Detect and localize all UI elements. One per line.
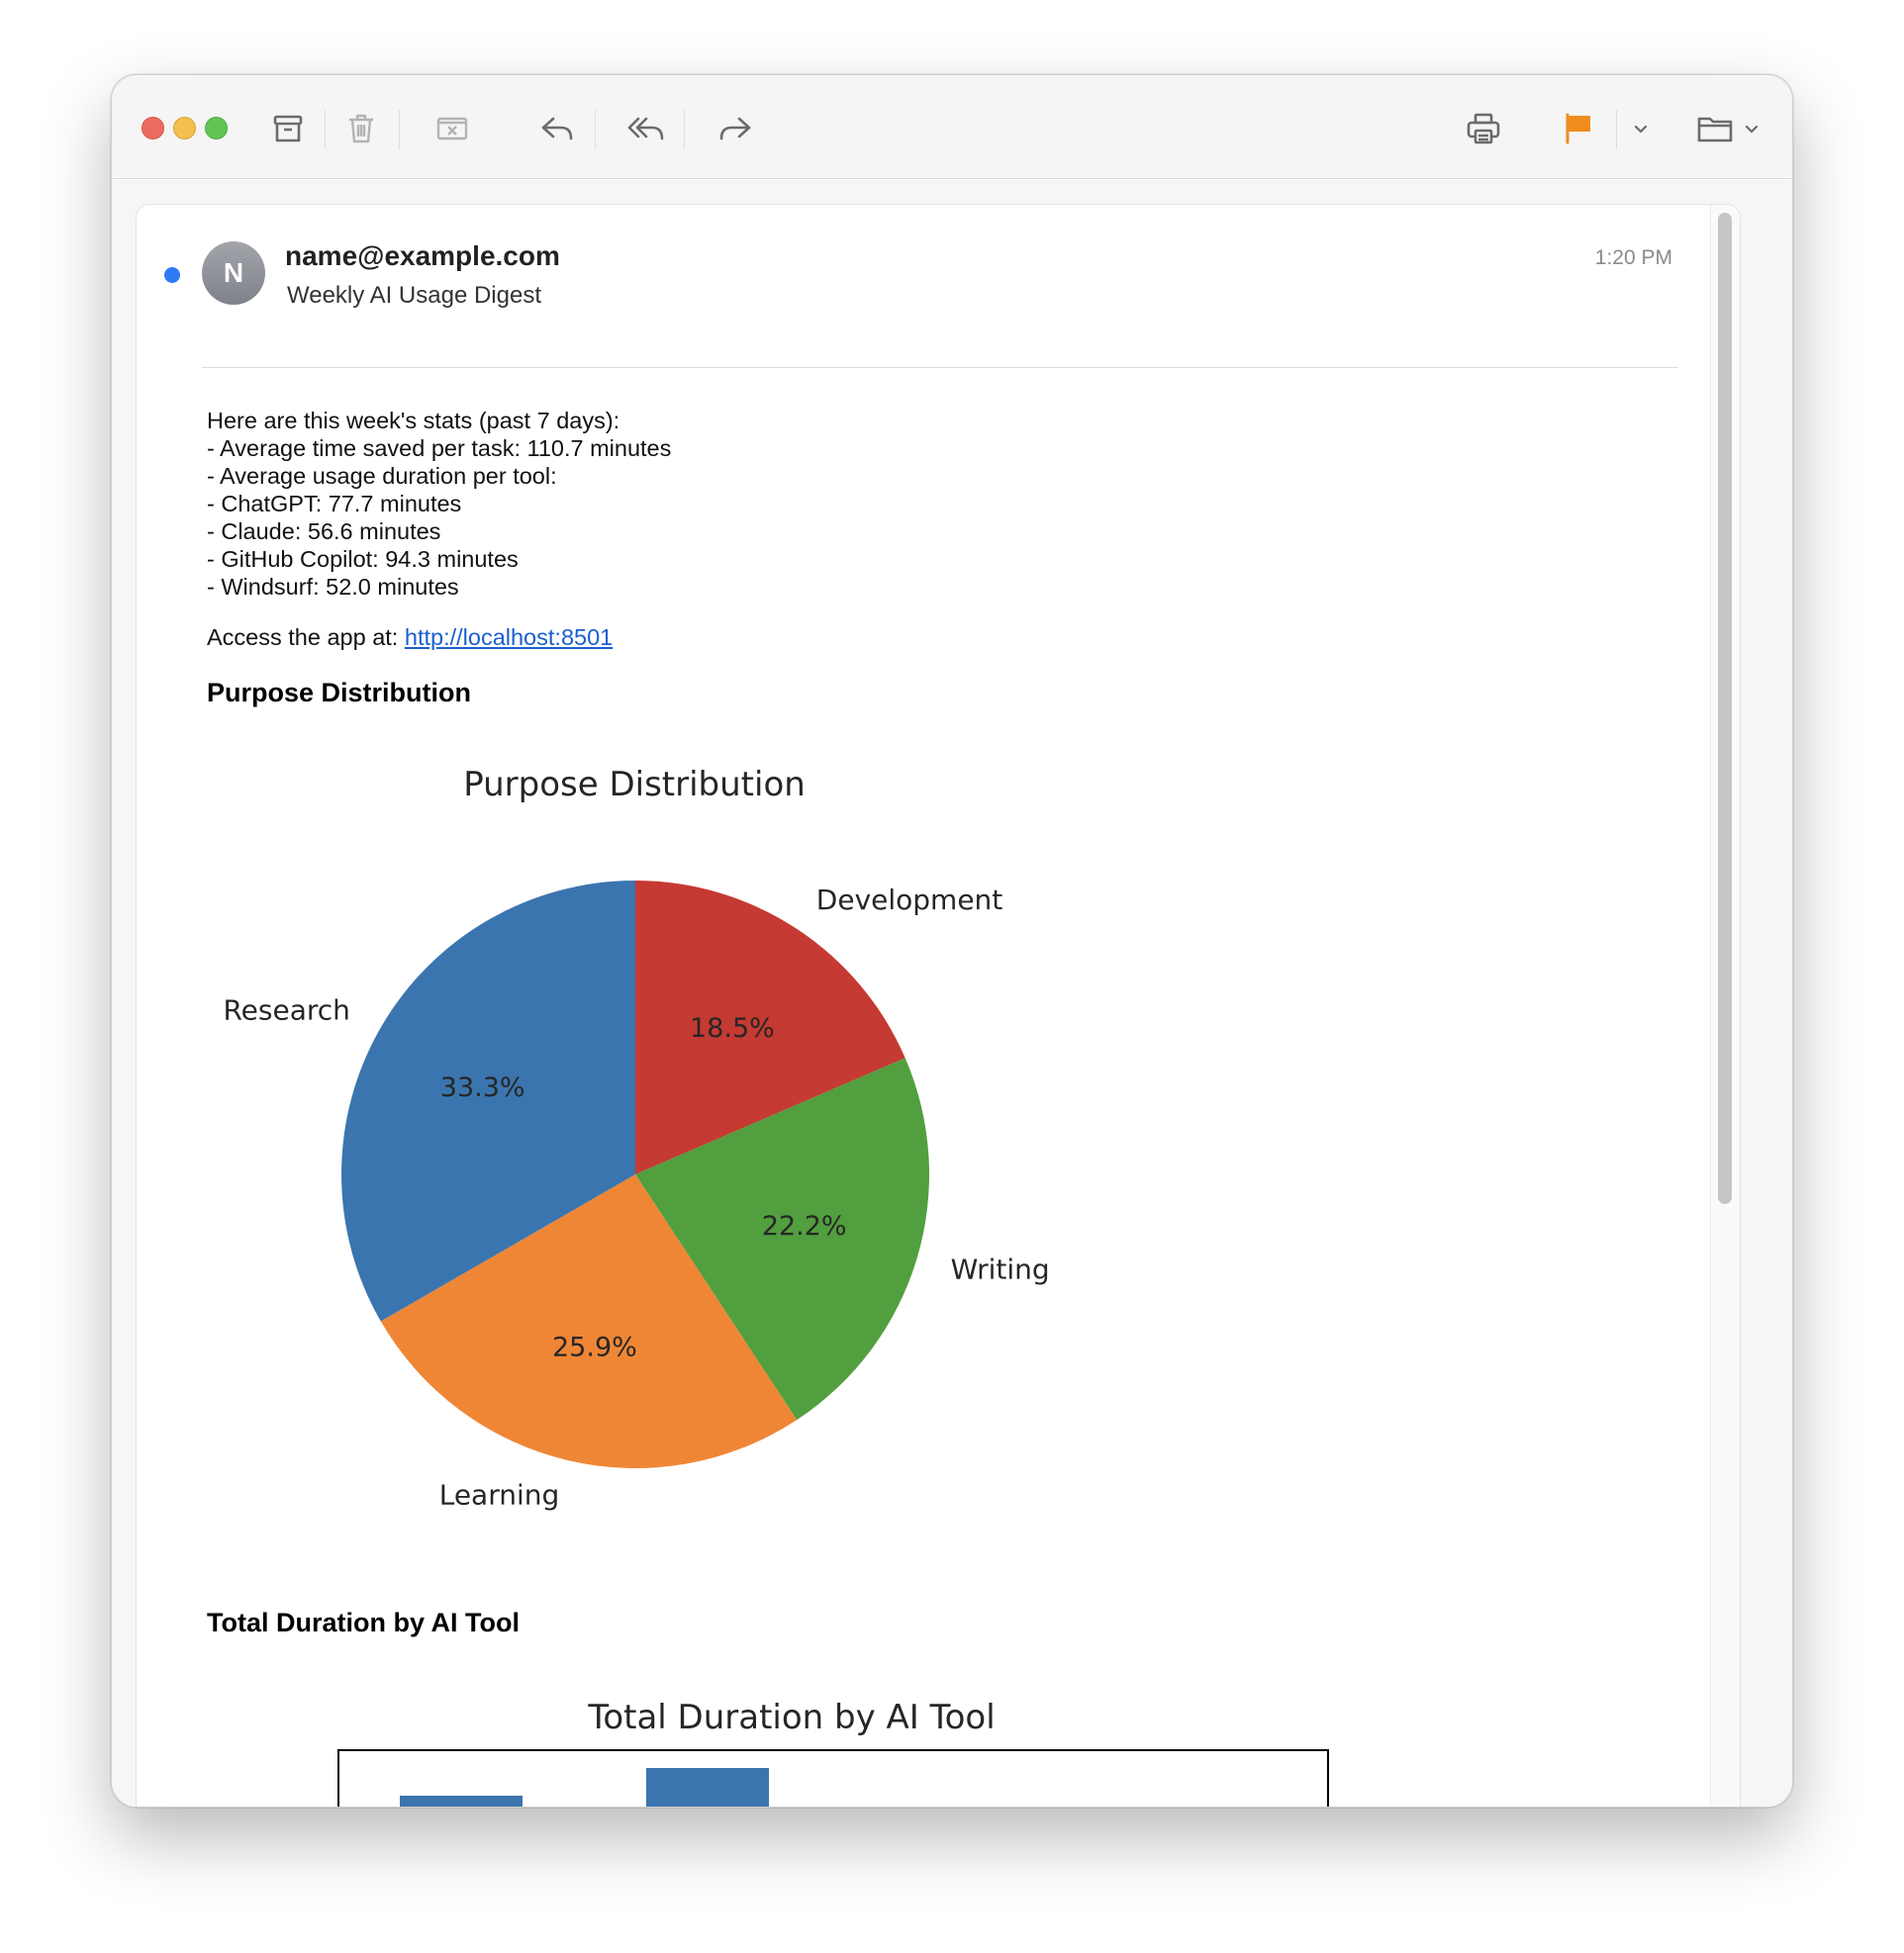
reply-icon[interactable] — [533, 105, 581, 152]
scrollbar[interactable] — [1710, 205, 1740, 1807]
pie-value-label: 33.3% — [440, 1072, 525, 1103]
print-icon[interactable] — [1460, 105, 1507, 152]
mail-window: N name@example.com Weekly AI Usage Diges… — [111, 74, 1793, 1808]
message-viewer: N name@example.com Weekly AI Usage Diges… — [112, 180, 1792, 1807]
minimize-window-button[interactable] — [173, 117, 196, 140]
pie-category-label: Writing — [951, 1253, 1050, 1285]
pie-category-label: Development — [816, 884, 1003, 916]
bar-1 — [646, 1768, 769, 1807]
charts-canvas: Purpose Distribution 18.5% Development 22.… — [223, 765, 1329, 1807]
forward-icon[interactable] — [712, 105, 759, 152]
junk-icon[interactable] — [428, 105, 476, 152]
flag-icon[interactable] — [1555, 105, 1602, 152]
bar-chart-title: Total Duration by AI Tool — [587, 1698, 995, 1737]
pie-chart-title: Purpose Distribution — [463, 765, 806, 804]
pie-value-label: 25.9% — [552, 1332, 637, 1362]
bar-0 — [400, 1796, 523, 1807]
chevron-down-icon[interactable] — [1737, 105, 1766, 152]
pie-category-label: Learning — [439, 1479, 560, 1512]
zoom-window-button[interactable] — [205, 117, 228, 140]
reply-all-icon[interactable] — [622, 105, 670, 152]
archive-icon[interactable] — [264, 105, 312, 152]
message-card: N name@example.com Weekly AI Usage Diges… — [136, 204, 1741, 1807]
pie-value-label: 22.2% — [762, 1211, 847, 1242]
folder-icon[interactable] — [1691, 105, 1739, 152]
pie-value-label: 18.5% — [690, 1013, 775, 1044]
chevron-down-icon[interactable] — [1626, 105, 1656, 152]
pie-category-label: Research — [223, 994, 349, 1027]
trash-icon[interactable] — [337, 105, 385, 152]
toolbar — [112, 75, 1792, 179]
bar-chart: Total Duration by AI Tool — [337, 1698, 1329, 1807]
pie-chart: Purpose Distribution 18.5% Development 22.… — [223, 765, 1049, 1512]
scrollbar-thumb[interactable] — [1718, 213, 1732, 1204]
close-window-button[interactable] — [142, 117, 164, 140]
